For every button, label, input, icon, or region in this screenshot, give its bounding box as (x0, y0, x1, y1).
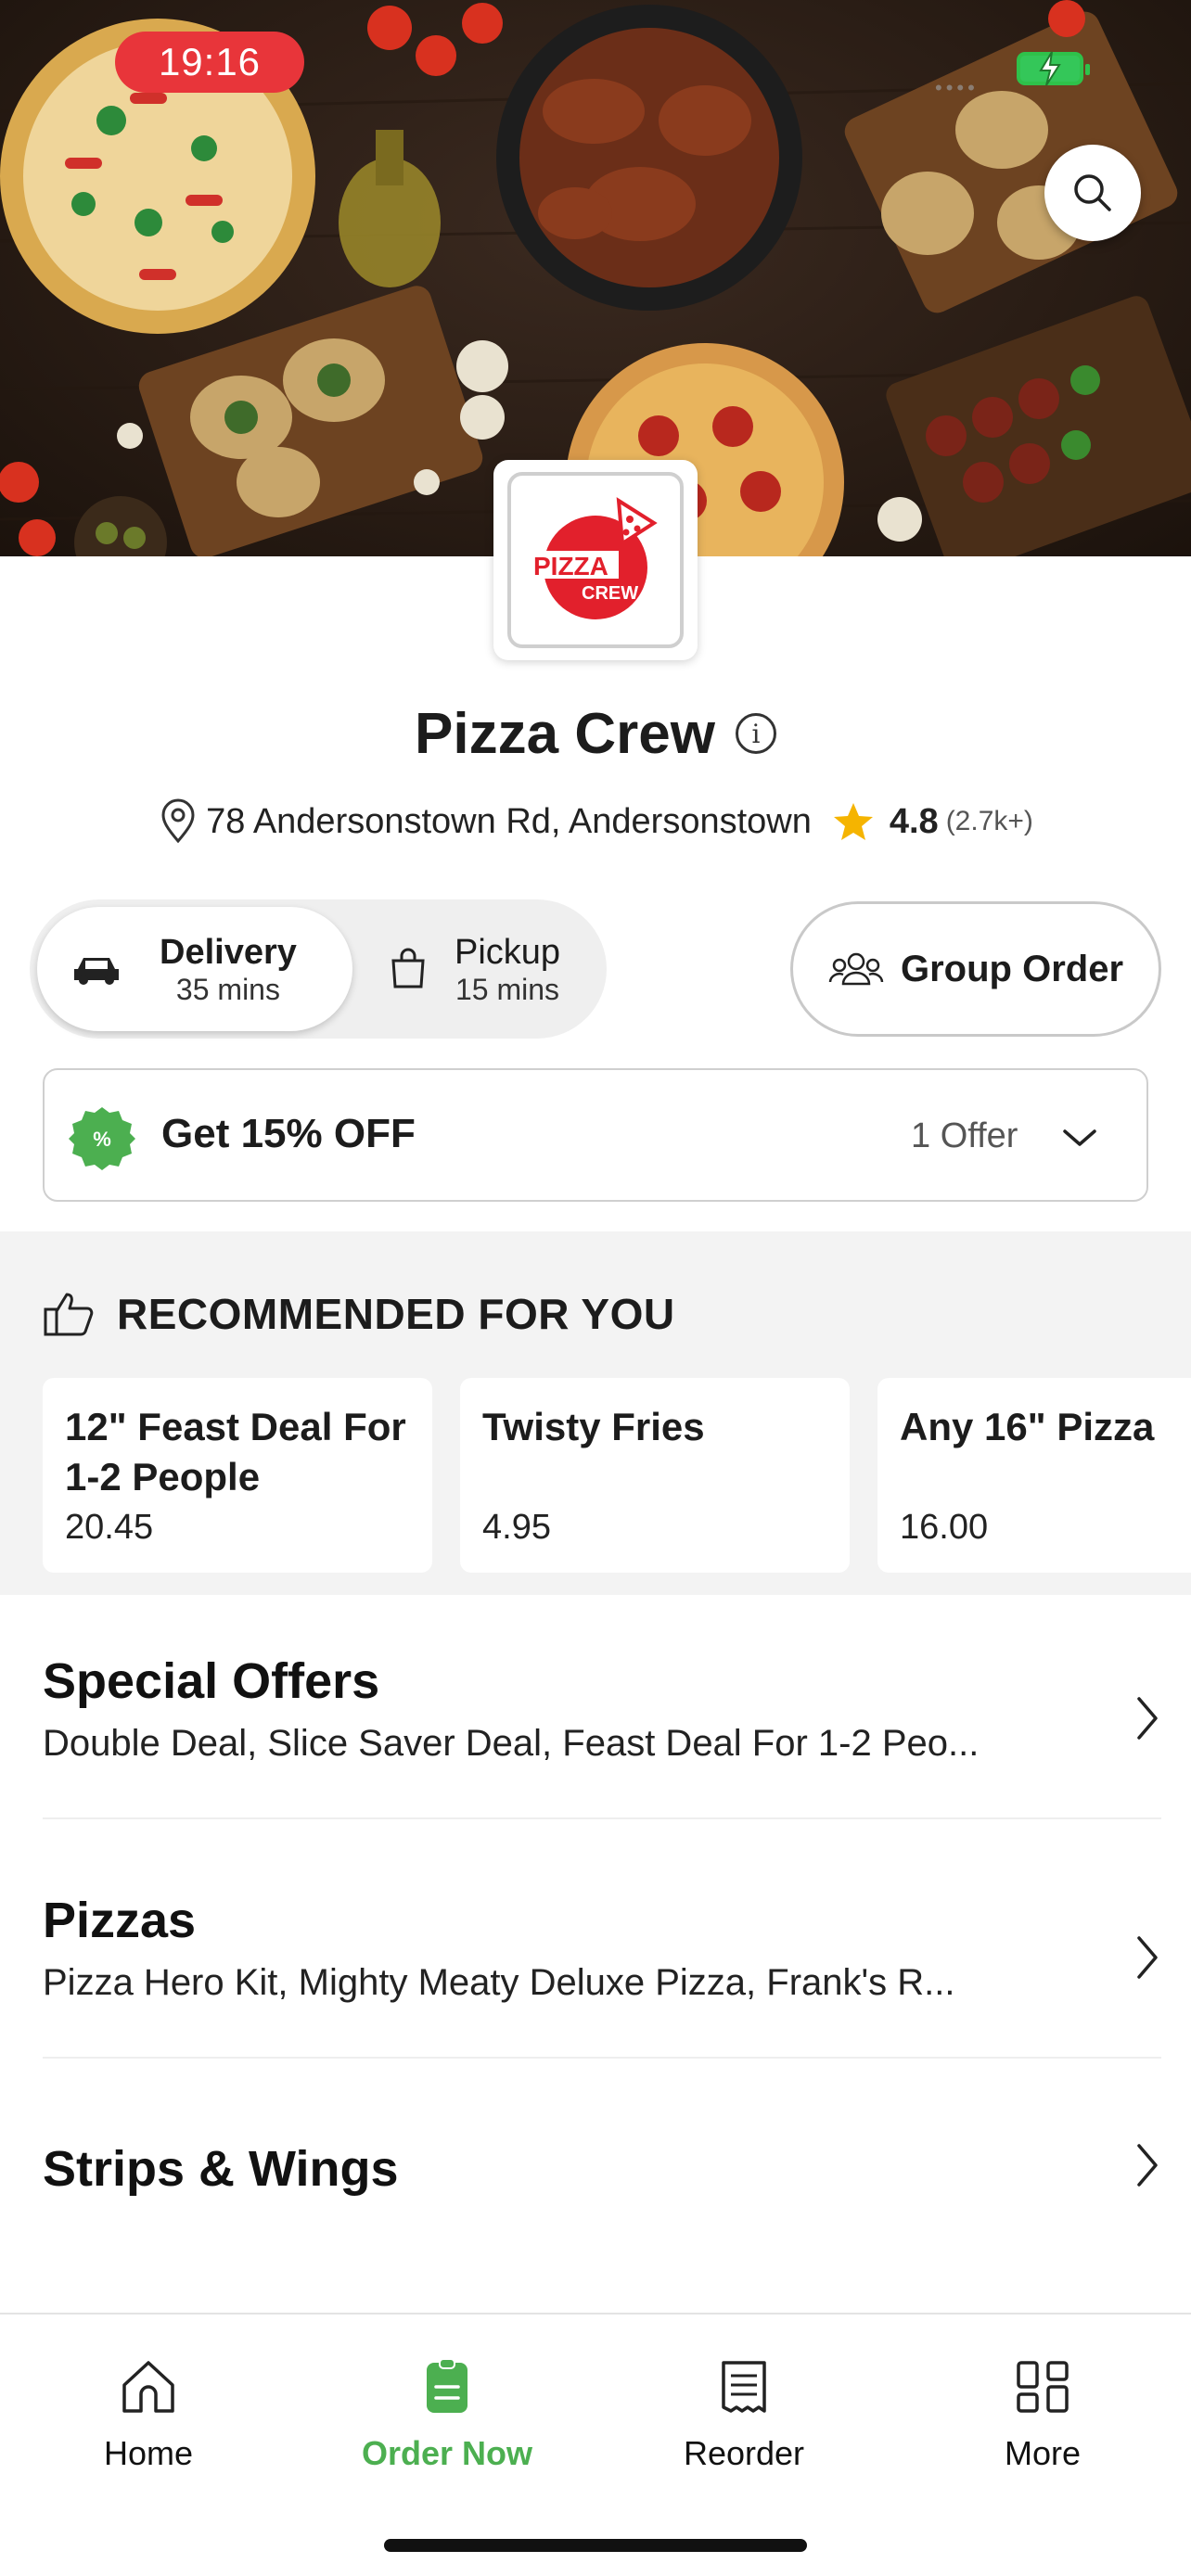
rating-value: 4.8 (889, 801, 939, 841)
tab-label: Home (103, 2434, 194, 2472)
delivery-label: Delivery (160, 932, 297, 972)
category-name: Special Offers (43, 1653, 380, 1709)
info-icon[interactable]: i (735, 713, 776, 754)
category-special-offers[interactable]: Special Offers Double Deal, Slice Saver … (43, 1652, 1161, 1765)
recommended-item-price: 4.95 (482, 1508, 551, 1547)
tab-reorder[interactable]: Reorder (623, 2357, 864, 2473)
restaurant-name: Pizza Crew (415, 701, 715, 766)
search-icon (1074, 174, 1111, 211)
thumbs-up-icon (44, 1293, 94, 1336)
divider (43, 1817, 1161, 1819)
recommended-card[interactable]: 12" Feast Deal For 1-2 People 20.45 (43, 1378, 432, 1573)
shopping-bag-icon (391, 948, 425, 988)
recommended-card[interactable]: Twisty Fries 4.95 (460, 1378, 850, 1573)
restaurant-address[interactable]: 78 Andersonstown Rd, Andersonstown (206, 802, 812, 842)
order-icon (427, 2358, 467, 2413)
pizza-crew-logo-icon: PIZZA CREW (530, 497, 658, 619)
chevron-down-icon (1063, 1129, 1096, 1146)
svg-text:%: % (93, 1128, 111, 1151)
restaurant-logo: PIZZA CREW (493, 460, 698, 660)
home-indicator (384, 2539, 807, 2552)
chevron-right-icon (1137, 1936, 1158, 1979)
tab-label: Reorder (683, 2434, 805, 2472)
pickup-label: Pickup (455, 932, 561, 972)
recommended-card[interactable]: Any 16" Pizza 16.00 (877, 1378, 1191, 1573)
signal-dots-icon: •••• (935, 76, 979, 99)
offer-count: 1 Offer (911, 1116, 1018, 1155)
category-strips-wings[interactable]: Strips & Wings (43, 2140, 1161, 2198)
battery-charging-icon (1017, 51, 1090, 86)
status-time: 19:16 (115, 32, 304, 93)
recommended-section: RECOMMENDED FOR YOU 12" Feast Deal For 1… (0, 1231, 1191, 1595)
search-button[interactable] (1044, 145, 1141, 241)
category-description: Double Deal, Slice Saver Deal, Feast Dea… (43, 1723, 980, 1764)
chevron-right-icon (1137, 2144, 1158, 2187)
offer-banner[interactable]: % Get 15% OFF 1 Offer (43, 1068, 1148, 1202)
grid-icon (1017, 2361, 1069, 2413)
group-order-button[interactable]: Group Order (790, 901, 1161, 1037)
star-icon (833, 803, 873, 840)
recommended-heading: RECOMMENDED FOR YOU (117, 1290, 675, 1338)
category-name: Pizzas (43, 1893, 197, 1948)
tab-more[interactable]: More (922, 2357, 1163, 2473)
receipt-icon (722, 2361, 766, 2413)
group-order-label: Group Order (900, 948, 1124, 989)
recommended-item-name: Twisty Fries (482, 1405, 705, 1448)
offer-title: Get 15% OFF (161, 1111, 416, 1156)
tab-label: Order Now (361, 2434, 533, 2472)
pickup-time: 15 mins (455, 972, 560, 1006)
divider (43, 2057, 1161, 2059)
bottom-tab-bar: Home Order Now Reorder More (0, 2313, 1191, 2576)
recommended-item-name: 12" Feast Deal For 1-2 People (65, 1405, 406, 1498)
delivery-option[interactable]: Delivery 35 mins (37, 907, 352, 1031)
home-icon (122, 2361, 174, 2413)
logo-text-pizza: PIZZA (533, 552, 608, 580)
car-icon (74, 958, 119, 985)
tab-label: More (1004, 2434, 1082, 2472)
pickup-option[interactable]: Pickup 15 mins (362, 907, 599, 1031)
location-pin-icon (161, 798, 195, 844)
recommended-item-price: 16.00 (900, 1508, 989, 1547)
group-users-icon (828, 952, 884, 986)
delivery-time: 35 mins (175, 972, 280, 1006)
category-pizzas[interactable]: Pizzas Pizza Hero Kit, Mighty Meaty Delu… (43, 1892, 1161, 2004)
tab-home[interactable]: Home (28, 2357, 269, 2473)
category-description: Pizza Hero Kit, Mighty Meaty Deluxe Pizz… (43, 1962, 955, 2003)
order-mode-toggle: Delivery 35 mins Pickup 15 mins (30, 899, 607, 1039)
category-name: Strips & Wings (43, 2141, 399, 2197)
recommended-item-price: 20.45 (65, 1508, 154, 1547)
recommended-item-name: Any 16" Pizza (900, 1405, 1155, 1448)
rating-count: (2.7k+) (945, 806, 1033, 836)
tab-order-now[interactable]: Order Now (327, 2357, 568, 2473)
discount-badge-icon: % (69, 1107, 135, 1170)
logo-text-crew: CREW (582, 583, 638, 604)
chevron-right-icon (1137, 1697, 1158, 1740)
